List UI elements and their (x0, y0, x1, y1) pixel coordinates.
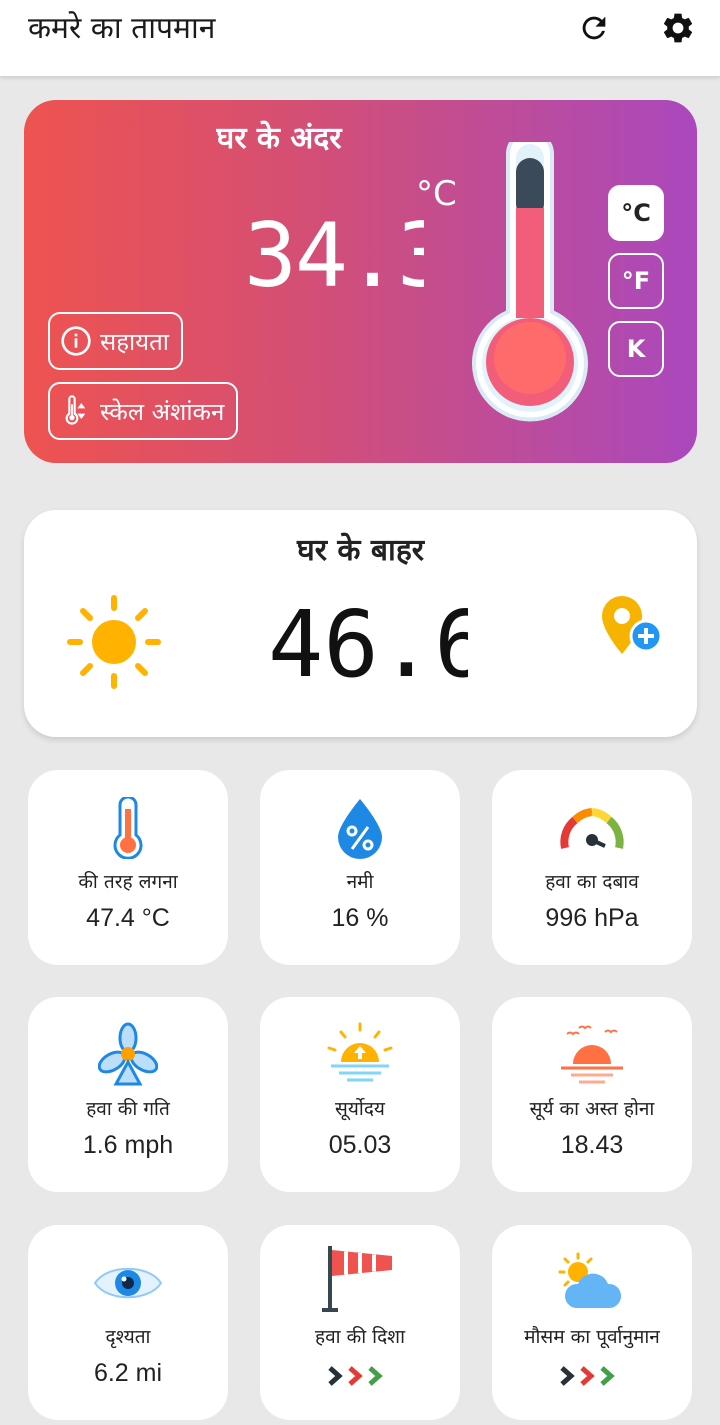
forecast-arrows-icon (560, 1366, 615, 1386)
location-pin-add-icon (602, 596, 663, 654)
partly-cloudy-icon (558, 1252, 622, 1308)
indoor-temperature: 34.3 (244, 212, 424, 296)
help-label: सहायता (100, 327, 169, 356)
refresh-icon (582, 16, 606, 40)
calibrate-label: स्केल अंशांकन (100, 397, 225, 426)
wind-direction-arrows-icon (328, 1366, 383, 1386)
visibility-value: 6.2 mi (93, 1359, 163, 1387)
feels-like-label: की तरह लगना (78, 871, 178, 893)
help-button[interactable]: सहायता (48, 312, 183, 370)
sunset-value: 18.43 (560, 1131, 624, 1159)
visibility-label: दृश्यता (105, 1326, 151, 1348)
visibility-tile[interactable]: दृश्यता 6.2 mi (28, 1225, 228, 1420)
humidity-tile[interactable]: नमी 16 % (260, 770, 460, 965)
info-icon (61, 326, 91, 356)
wind-speed-value: 1.6 mph (82, 1131, 174, 1159)
wind-speed-tile[interactable]: हवा की गति 1.6 mph (28, 997, 228, 1192)
app-bar: कमरे का तापमान (0, 0, 720, 76)
outdoor-title: घर के बाहर (296, 533, 425, 568)
pressure-label: हवा का दबाव (545, 871, 639, 893)
thermometer-graphic (472, 142, 588, 422)
feels-like-tile[interactable]: की तरह लगना 47.4 °C (28, 770, 228, 965)
sunrise-label: सूर्योदय (335, 1098, 385, 1120)
windsock-icon (322, 1246, 392, 1312)
sunrise-icon (327, 1022, 393, 1082)
eye-icon (93, 1267, 163, 1299)
forecast-tile[interactable]: मौसम का पूर्वानुमान (492, 1225, 692, 1420)
humidity-drop-icon (338, 799, 382, 859)
gear-icon (663, 13, 693, 43)
sunrise-value: 05.03 (328, 1131, 392, 1159)
indoor-card: घर के अंदर 34.3 °C सहायता स्केल अंशांकन … (24, 100, 697, 463)
thermometer-icon (113, 797, 143, 859)
sunset-tile[interactable]: सूर्य का अस्त होना 18.43 (492, 997, 692, 1192)
sunset-icon (561, 1025, 623, 1084)
wind-direction-tile[interactable]: हवा की दिशा (260, 1225, 460, 1420)
wind-direction-label: हवा की दिशा (314, 1326, 406, 1348)
outdoor-temperature: 46.6 (268, 600, 468, 684)
refresh-button[interactable] (574, 8, 614, 48)
outdoor-temperature-text: 46.6 (268, 600, 468, 684)
feels-like-value: 47.4 °C (86, 904, 170, 932)
indoor-temperature-text: 34.3 (244, 212, 424, 296)
unit-fahrenheit-button[interactable]: °F (608, 253, 664, 309)
humidity-value: 16 % (331, 904, 389, 932)
app-title: कमरे का तापमान (28, 11, 216, 46)
pressure-gauge-icon (560, 808, 624, 849)
unit-celsius-button[interactable]: °C (608, 185, 664, 241)
thermometer-scale-icon (65, 395, 86, 425)
indoor-title: घर के अंदर (216, 121, 342, 156)
calibrate-button[interactable]: स्केल अंशांकन (48, 382, 239, 440)
pressure-value: 996 hPa (545, 904, 639, 932)
wind-turbine-icon (98, 1022, 158, 1086)
settings-button[interactable] (658, 8, 698, 48)
pressure-tile[interactable]: हवा का दबाव 996 hPa (492, 770, 692, 965)
add-location-button[interactable] (598, 592, 668, 662)
humidity-label: नमी (346, 871, 374, 893)
sunset-label: सूर्य का अस्त होना (529, 1098, 655, 1120)
indoor-unit-symbol: °C (416, 174, 457, 214)
forecast-label: मौसम का पूर्वानुमान (524, 1326, 660, 1348)
sunrise-tile[interactable]: सूर्योदय 05.03 (260, 997, 460, 1192)
sun-icon (67, 595, 161, 689)
wind-speed-label: हवा की गति (86, 1098, 170, 1120)
outdoor-card: घर के बाहर 46.6 (24, 510, 697, 737)
unit-kelvin-button[interactable]: K (608, 321, 664, 377)
